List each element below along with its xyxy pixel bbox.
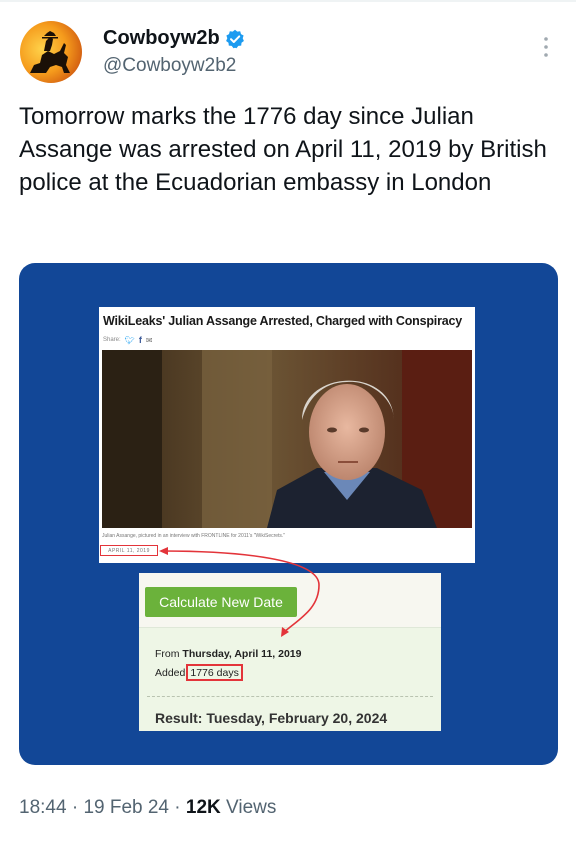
views-label[interactable]: Views (226, 797, 276, 818)
share-label: Share: (103, 337, 121, 343)
result-date: Result: Tuesday, February 20, 2024 (155, 710, 388, 726)
photo-caption: Julian Assange, pictured in an interview… (102, 533, 286, 539)
assange-photo (102, 350, 472, 528)
share-row: Share: 🐦︎ f ✉ (103, 335, 153, 345)
calculate-new-date-button: Calculate New Date (145, 587, 297, 617)
tweet-time[interactable]: 18:44 (19, 797, 67, 818)
meta-separator: · (174, 797, 181, 818)
added-prefix: Added (155, 666, 186, 679)
mail-icon: ✉ (145, 335, 153, 345)
days-added-highlight: 1776 days (186, 664, 243, 681)
article-headline: WikiLeaks' Julian Assange Arrested, Char… (103, 314, 462, 328)
tweet-text: Tomorrow marks the 1776 day since Julian… (19, 103, 547, 196)
from-prefix: From (155, 648, 180, 660)
tweet-meta: 18:44 · 19 Feb 24 · 12K Views (19, 797, 276, 819)
result-divider (147, 696, 433, 697)
meta-separator: · (71, 797, 79, 818)
author-name-row[interactable]: Cowboyw2b (103, 27, 245, 50)
article-date-highlight: APRIL 11, 2019 (100, 545, 158, 556)
from-date: Thursday, April 11, 2019 (182, 648, 302, 660)
cowboy-silhouette-avatar-icon (20, 21, 82, 83)
author-handle[interactable]: @Cowboyw2b2 (103, 55, 236, 77)
top-divider (0, 0, 576, 2)
date-calculator-screenshot: Calculate New Date From Thursday, April … (139, 573, 441, 731)
avatar[interactable] (20, 21, 82, 83)
facebook-icon: f (138, 335, 142, 345)
calculator-result-panel: From Thursday, April 11, 2019 Added 1776… (139, 627, 441, 731)
tweet-date[interactable]: 19 Feb 24 (83, 797, 169, 818)
news-article-screenshot: WikiLeaks' Julian Assange Arrested, Char… (99, 307, 475, 563)
tweet-media-image[interactable]: WikiLeaks' Julian Assange Arrested, Char… (19, 263, 558, 765)
from-date-row: From Thursday, April 11, 2019 (155, 648, 301, 660)
author-display-name[interactable]: Cowboyw2b (103, 27, 220, 50)
twitter-bird-icon: 🐦︎ (124, 335, 135, 345)
more-options-icon[interactable] (543, 36, 549, 58)
added-days-row: Added 1776 days (155, 664, 243, 681)
views-count[interactable]: 12K (186, 797, 221, 818)
verified-badge-icon[interactable] (225, 29, 245, 49)
